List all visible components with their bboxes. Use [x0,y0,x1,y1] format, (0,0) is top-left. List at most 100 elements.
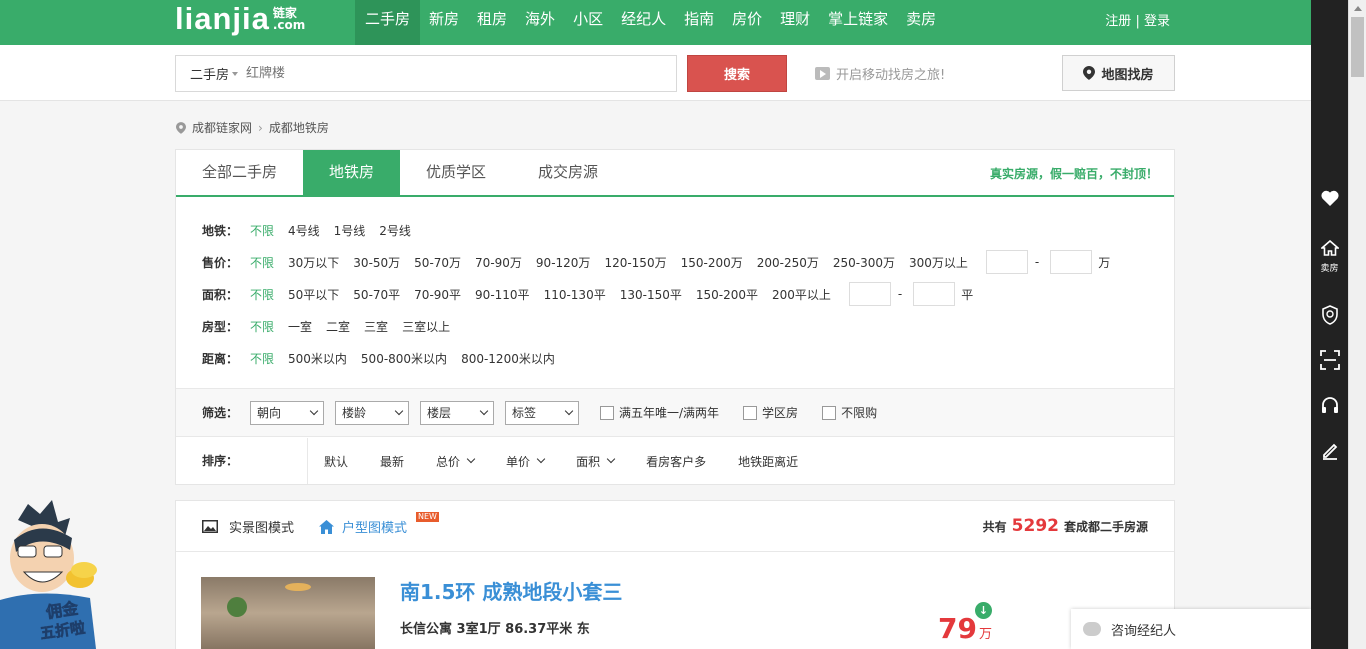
filter-option[interactable]: 50-70平 [353,286,400,303]
security-button[interactable] [1311,305,1348,329]
listing-thumbnail[interactable] [201,577,375,649]
nav-item[interactable]: 新房 [420,0,468,45]
filter-checkbox[interactable]: 学区房 [743,404,798,421]
filter-option[interactable]: 不限 [250,222,274,239]
filter-option[interactable]: 二室 [326,318,350,335]
lianjia-logo[interactable]: lianjia 链家 .com [175,1,305,36]
filter-option[interactable]: 90-110平 [475,286,530,303]
filter-option[interactable]: 一室 [288,318,312,335]
sort-option[interactable]: 面积 [560,453,630,470]
filter-option[interactable]: 150-200万 [681,254,743,271]
filter-option[interactable]: 50-70万 [414,254,461,271]
filter-option[interactable]: 500-800米以内 [361,350,447,367]
sort-option[interactable]: 最新 [364,453,420,470]
tab-item[interactable]: 成交房源 [512,150,624,195]
nav-item[interactable]: 理财 [771,0,819,45]
filter-option[interactable]: 300万以上 [909,254,968,271]
nav-item[interactable]: 掌上链家 [819,0,897,45]
range-max-input[interactable] [913,282,956,306]
filter-option[interactable]: 30万以下 [288,254,339,271]
listing-title[interactable]: 南1.5环 成熟地段小套三 [400,576,622,605]
nav-item[interactable]: 海外 [516,0,564,45]
filter-dropdown[interactable]: 楼层 [420,400,494,425]
filter-option[interactable]: 50平以下 [288,286,339,303]
sort-option[interactable]: 总价 [420,453,490,470]
search-input[interactable] [246,66,627,81]
sell-house-button[interactable]: 卖房 [1311,239,1348,274]
feedback-button[interactable] [1311,442,1348,464]
filter-option[interactable]: 不限 [250,286,274,303]
tab-item[interactable]: 优质学区 [400,150,512,195]
filter-option[interactable]: 三室 [364,318,388,335]
filter-option[interactable]: 90-120万 [536,254,591,271]
filter-option[interactable]: 120-150万 [604,254,666,271]
filter-option[interactable]: 200-250万 [757,254,819,271]
filter-option[interactable]: 500米以内 [288,350,347,367]
nav-item[interactable]: 卖房 [897,0,945,45]
floorplan-mode-toggle[interactable]: 户型图模式 [319,517,407,536]
range-min-input[interactable] [985,250,1028,274]
filter-option[interactable]: 4号线 [288,222,320,239]
tab-item[interactable]: 全部二手房 [176,150,303,195]
consult-agent-button[interactable]: 咨询经纪人 [1071,609,1311,649]
pencil-icon [1322,443,1337,460]
favorites-button[interactable] [1311,190,1348,210]
filter-option[interactable]: 不限 [250,350,274,367]
scroll-thumb[interactable] [1351,17,1364,77]
nav-item[interactable]: 房价 [723,0,771,45]
search-type-select[interactable]: 二手房 [176,64,246,83]
mobile-promo-link[interactable]: 开启移动找房之旅! [815,64,945,83]
nav-item[interactable]: 小区 [564,0,612,45]
filter-option[interactable]: 不限 [250,318,274,335]
nav-item[interactable]: 租房 [468,0,516,45]
floorplan-mode-label: 户型图模式 [342,521,408,536]
home-icon [319,519,334,534]
sort-option[interactable]: 默认 [308,453,364,470]
sort-option[interactable]: 单价 [490,453,560,470]
range-max-input[interactable] [1050,250,1093,274]
sort-row: 排序： 默认 最新 总价 单价 面积 看房客户多 地铁距离近 [176,438,1174,484]
filter-option[interactable]: 250-300万 [833,254,895,271]
vertical-scrollbar[interactable] [1348,0,1366,649]
filter-option[interactable]: 110-130平 [544,286,606,303]
filter-label: 面积： [202,287,239,302]
filter-option[interactable]: 不限 [250,254,274,271]
filter-option[interactable]: 200平以上 [772,286,831,303]
nav-item[interactable]: 经纪人 [612,0,675,45]
filter-checkbox[interactable]: 满五年唯一/满两年 [600,404,719,421]
filter-option[interactable]: 三室以上 [402,318,450,335]
filter-dropdown[interactable]: 朝向 [250,400,324,425]
sort-option[interactable]: 看房客户多 [630,453,722,470]
register-link[interactable]: 注册 [1105,14,1131,29]
filter-option[interactable]: 130-150平 [620,286,682,303]
map-search-button[interactable]: 地图找房 [1062,55,1175,91]
tab-item[interactable]: 地铁房 [303,150,401,195]
filter-option[interactable]: 1号线 [334,222,366,239]
dropdown-label: 朝向 [257,406,282,420]
scroll-up-arrow[interactable] [1349,0,1366,17]
sort-row-label: 排序： [176,438,308,484]
filter-option[interactable]: 150-200平 [696,286,758,303]
nav-item[interactable]: 二手房 [355,0,421,45]
new-badge: NEW [416,512,439,522]
support-button[interactable] [1311,396,1348,420]
filter-option[interactable]: 800-1200米以内 [461,350,555,367]
breadcrumb-home[interactable]: 成都链家网 [192,119,252,136]
range-min-input[interactable] [848,282,891,306]
photo-mode-toggle[interactable]: 实景图模式 [202,517,294,536]
login-link[interactable]: 登录 [1144,14,1170,29]
filter-option[interactable]: 30-50万 [353,254,400,271]
filter-dropdown[interactable]: 楼龄 [335,400,409,425]
filter-option[interactable]: 70-90平 [414,286,461,303]
photo-mode-label: 实景图模式 [229,521,295,536]
breadcrumb-current[interactable]: 成都地铁房 [269,119,329,136]
filter-dropdown[interactable]: 标签 [505,400,579,425]
filter-option[interactable]: 2号线 [379,222,411,239]
filter-checkbox[interactable]: 不限购 [822,404,877,421]
mascot-promo-banner[interactable]: 佣金 五折啦 [0,500,120,649]
sort-option[interactable]: 地铁距离近 [722,453,814,470]
scan-button[interactable] [1311,350,1348,374]
search-button[interactable]: 搜索 [687,55,787,92]
filter-option[interactable]: 70-90万 [475,254,522,271]
nav-item[interactable]: 指南 [675,0,723,45]
